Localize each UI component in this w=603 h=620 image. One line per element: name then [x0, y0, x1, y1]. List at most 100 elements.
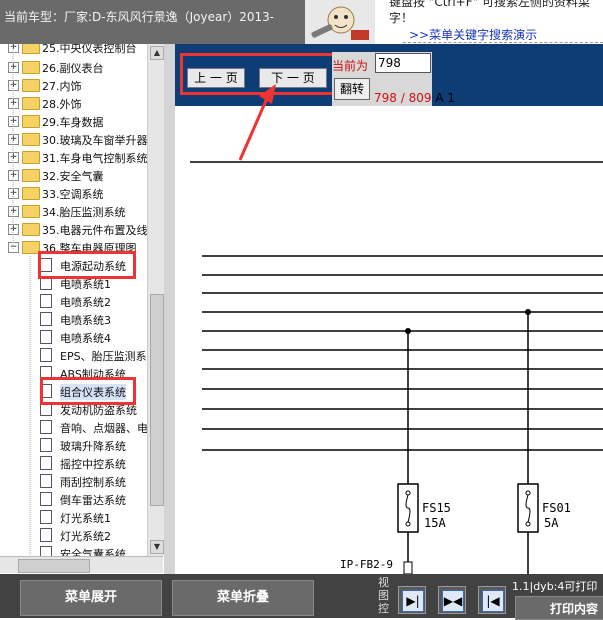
arrow-left-bar-icon: |◀	[482, 590, 504, 612]
folder-icon	[22, 79, 40, 92]
tree-leaf-label: 音响、点烟器、电	[60, 422, 148, 435]
document-icon	[40, 510, 52, 524]
tree-folder-label: 35.电器元件布置及线	[42, 224, 148, 237]
tree-leaf-label: 雨刮控制系统	[60, 476, 126, 489]
folder-icon	[22, 115, 40, 128]
tree-leaf-label: 玻璃升降系统	[60, 440, 126, 453]
tree-leaf-label: 电喷系统4	[60, 332, 111, 345]
scroll-up-icon[interactable]: ▲	[150, 46, 164, 60]
tree-folder-label: 32.安全气囊	[42, 170, 104, 183]
scroll-thumb[interactable]	[18, 559, 90, 573]
document-icon	[40, 456, 52, 470]
expand-icon[interactable]: +	[8, 44, 19, 53]
tree-leaf-label: 摇控中控系统	[60, 458, 126, 471]
expand-icon[interactable]: +	[8, 206, 19, 217]
arrows-inward-icon: ▶◀	[442, 590, 464, 612]
folder-icon	[22, 151, 40, 164]
tree-folder-label: 29.车身数据	[42, 116, 104, 129]
document-icon	[40, 330, 52, 344]
search-hint-panel: 键盘按 "Ctrl+F" 可搜索左侧的资料菜 字！ >>菜单关键字搜索演示	[375, 0, 603, 44]
hint-text-2: 字！	[389, 11, 414, 25]
document-icon	[40, 420, 52, 434]
page-jump-panel: 当前为 翻转 798 / 809 A 1	[332, 52, 455, 106]
divider	[403, 42, 603, 43]
fuse2-name: FS01	[542, 501, 571, 515]
bottom-toolbar: 菜单展开 菜单折叠 视图控 ▶| ▶◀ |◀ 1.1|dyb:4可打印 打印内容	[0, 574, 603, 620]
menu-expand-button[interactable]: 菜单展开	[20, 580, 162, 616]
arrow-right-bar-icon: ▶|	[402, 590, 424, 612]
tree-leaf-label: 灯光系统2	[60, 530, 111, 543]
scroll-down-icon[interactable]: ▼	[150, 540, 164, 554]
hint-text: 键盘按 "Ctrl+F" 可搜索左侧的资料菜	[389, 0, 590, 9]
fit-width-button[interactable]: ▶◀	[438, 586, 466, 614]
highlight-box	[180, 53, 356, 95]
tree-folder-label: 30.玻璃及车窗举升器	[42, 134, 148, 147]
page-count-value: 798 / 809	[374, 91, 432, 105]
view-control-label: 视图控	[378, 576, 389, 615]
folder-icon	[22, 169, 40, 182]
expand-icon[interactable]: +	[8, 134, 19, 145]
expand-icon[interactable]: +	[8, 80, 19, 91]
print-button[interactable]: 打印内容	[515, 596, 603, 620]
folder-icon	[22, 223, 40, 236]
tree-leaf-label: 电喷系统3	[60, 314, 111, 327]
header-bar: 当前车型：厂家:D-东风风行景逸（Joyear）2013-	[0, 0, 305, 44]
mascot-icon	[311, 6, 369, 40]
document-icon	[40, 438, 52, 452]
tree-folder-label: 27.内饰	[42, 80, 82, 93]
current-page-label: 当前为	[332, 59, 369, 73]
folder-icon	[22, 205, 40, 218]
folder-icon	[22, 97, 40, 110]
document-icon	[40, 528, 52, 542]
page-suffix: A 1	[435, 91, 455, 105]
fit-left-button[interactable]: |◀	[478, 586, 506, 614]
connector-label: IP-FB2-9	[340, 558, 393, 571]
scroll-thumb[interactable]	[150, 294, 164, 506]
go-button[interactable]: 翻转	[334, 78, 370, 100]
document-icon	[40, 474, 52, 488]
expand-icon[interactable]: +	[8, 98, 19, 109]
fuse1-name: FS15	[422, 501, 451, 515]
diagram-margin	[164, 44, 175, 574]
fuse2-rating: 5A	[544, 516, 559, 530]
expand-icon[interactable]: +	[8, 170, 19, 181]
expand-icon[interactable]: +	[8, 152, 19, 163]
page-number-input[interactable]	[375, 53, 431, 73]
document-icon	[40, 492, 52, 506]
highlight-box	[38, 251, 136, 279]
expand-icon[interactable]: +	[8, 62, 19, 73]
diagram-area: FS15 15A FS01 5A IP-FB2-9	[164, 44, 603, 575]
tree-vertical-scrollbar[interactable]: ▲ ▼	[147, 44, 164, 556]
menu-tree: + 25.中央仪表控制台 + 26.副仪表台 + 27.内饰 + 28.外饰 +…	[0, 44, 165, 574]
highlight-box	[40, 377, 136, 405]
tree-horizontal-scrollbar[interactable]	[0, 556, 163, 573]
tree-folder-label: 28.外饰	[42, 98, 82, 111]
folder-icon	[22, 44, 40, 54]
vehicle-label: 当前车型：厂家:D-东风风行景逸（Joyear）2013-	[4, 10, 275, 24]
folder-icon	[22, 187, 40, 200]
menu-collapse-button[interactable]: 菜单折叠	[172, 580, 314, 616]
wiring-diagram: FS15 15A FS01 5A IP-FB2-9	[190, 161, 603, 575]
document-icon	[40, 294, 52, 308]
tree-leaf-label: EPS、胎压监测系	[60, 350, 147, 363]
status-text: 1.1|dyb:4可打印	[512, 580, 598, 593]
mascot-image	[305, 0, 375, 44]
document-icon	[40, 348, 52, 362]
page-count: 798 / 809 A 1	[374, 91, 455, 105]
document-icon	[40, 312, 52, 326]
search-demo-link[interactable]: >>菜单关键字搜索演示	[409, 26, 537, 43]
fuse1-rating: 15A	[424, 516, 446, 530]
fit-right-button[interactable]: ▶|	[398, 586, 426, 614]
tree-leaf-label: 灯光系统1	[60, 512, 111, 525]
folder-icon	[22, 61, 40, 74]
expand-icon[interactable]: +	[8, 116, 19, 127]
tree-leaf-label: 电喷系统2	[60, 296, 111, 309]
tree-folder-label: 26.副仪表台	[42, 62, 104, 75]
collapse-icon[interactable]: −	[8, 242, 19, 253]
tree-leaf-label: 倒车雷达系统	[60, 494, 126, 507]
tree-folder-label: 25.中央仪表控制台	[42, 44, 137, 55]
expand-icon[interactable]: +	[8, 224, 19, 235]
tree-folder-label: 34.胎压监测系统	[42, 206, 126, 219]
expand-icon[interactable]: +	[8, 188, 19, 199]
tree-folder-label: 33.空调系统	[42, 188, 104, 201]
